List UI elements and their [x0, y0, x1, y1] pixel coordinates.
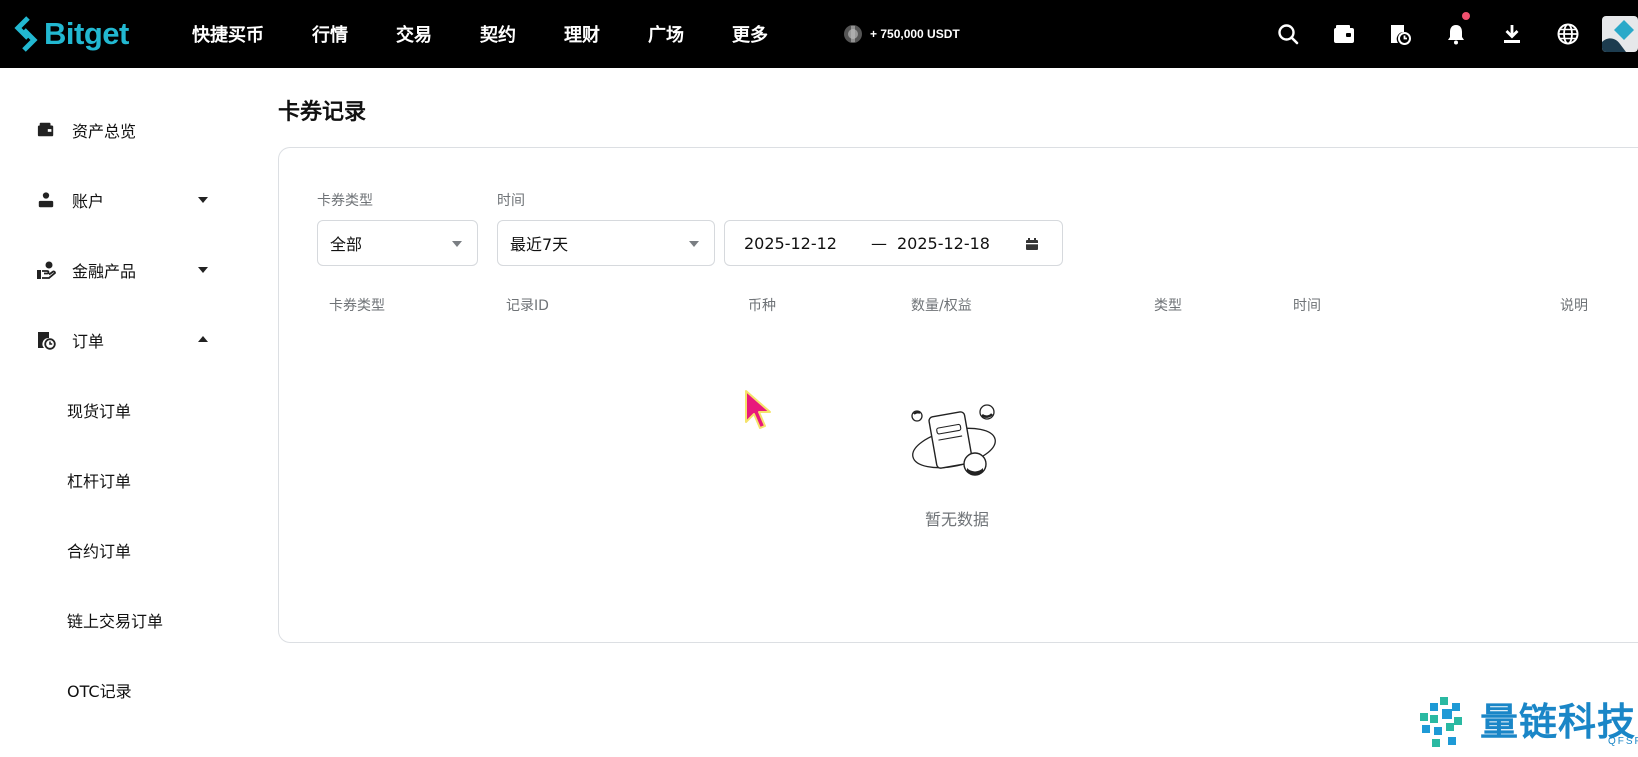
order-clock-icon: [36, 330, 56, 350]
coupon-type-value: 全部: [330, 235, 363, 254]
promo-text: + 750,000 USDT: [870, 27, 960, 41]
bitget-logo[interactable]: Bitget: [14, 16, 154, 52]
date-separator: —: [871, 234, 887, 253]
finance-icon: [36, 260, 56, 280]
bell-icon: [1448, 25, 1464, 45]
mouse-cursor-icon: [745, 390, 771, 429]
trophy-icon: [844, 25, 862, 43]
filter-time-label: 时间: [497, 193, 525, 209]
empty-state-text: 暂无数据: [925, 510, 990, 529]
notification-dot: [1462, 12, 1470, 20]
column-header-currency: 币种: [748, 298, 776, 314]
nav-square[interactable]: 广场: [648, 21, 684, 47]
column-header-amount: 数量/权益: [911, 298, 972, 314]
sidebar-subitem-otc-records[interactable]: OTC记录: [0, 655, 240, 725]
coupon-type-select[interactable]: 全部: [317, 220, 478, 266]
wallet-icon: [36, 120, 56, 140]
sidebar-item-label: 账户: [72, 192, 105, 211]
bitget-logo-icon: [14, 16, 38, 52]
date-start[interactable]: 2025-12-12: [744, 234, 837, 253]
avatar-icon: [1602, 20, 1634, 52]
nav-trade[interactable]: 交易: [396, 21, 432, 47]
promo-banner[interactable]: + 750,000 USDT: [842, 23, 960, 45]
nav-quick-buy[interactable]: 快捷买币: [192, 21, 264, 47]
records-card: 卡券类型 时间 全部 最近7天 2025-12-12 — 2025-12-18 …: [278, 147, 1638, 643]
nav-markets[interactable]: 行情: [312, 21, 348, 47]
chevron-down-icon: [198, 267, 208, 273]
sidebar-item-financial-products[interactable]: 金融产品: [0, 235, 240, 305]
date-range-picker[interactable]: 2025-12-12 — 2025-12-18: [724, 220, 1063, 266]
column-header-time: 时间: [1293, 298, 1321, 314]
sidebar-item-assets-overview[interactable]: 资产总览: [0, 95, 240, 165]
sidebar-item-label: 资产总览: [72, 122, 137, 141]
watermark-subtext: QFSP.NET: [1608, 736, 1638, 747]
filter-type-label: 卡券类型: [317, 193, 373, 209]
column-header-type: 类型: [1154, 298, 1182, 314]
sidebar-subitem-contract-orders[interactable]: 合约订单: [0, 515, 240, 585]
sidebar-subitem-onchain-orders[interactable]: 链上交易订单: [0, 585, 240, 655]
account-sidebar: 资产总览 账户 金融产品 订单 现货订单 杠杆订单 合约订单 链上交易订单 OT…: [0, 68, 240, 725]
calendar-icon[interactable]: [1025, 237, 1039, 251]
nav-more[interactable]: 更多: [732, 21, 768, 47]
search-icon: [1278, 24, 1299, 45]
language-button[interactable]: [1540, 0, 1596, 68]
nav-finance[interactable]: 理财: [564, 21, 600, 47]
download-button[interactable]: [1484, 0, 1540, 68]
watermark-logo-icon: [1420, 697, 1462, 747]
brand-name: Bitget: [44, 16, 129, 51]
page-title: 卡券记录: [278, 100, 367, 125]
chevron-down-icon: [689, 241, 699, 247]
sidebar-item-label: 金融产品: [72, 262, 137, 281]
globe-icon: [1557, 23, 1579, 45]
chevron-up-icon: [198, 336, 208, 342]
sidebar-subitem-margin-orders[interactable]: 杠杆订单: [0, 445, 240, 515]
user-icon: [36, 190, 56, 210]
chevron-down-icon: [452, 241, 462, 247]
column-header-record-id: 记录ID: [506, 298, 549, 314]
wallet-button[interactable]: [1316, 0, 1372, 68]
order-clock-icon: [1391, 25, 1411, 45]
top-navbar: Bitget 快捷买币 行情 交易 契约 理财 广场 更多 + 750,000 …: [0, 0, 1638, 68]
download-icon: [1504, 25, 1520, 43]
empty-state-illustration: [911, 404, 996, 476]
avatar[interactable]: [1602, 16, 1638, 52]
time-range-value: 最近7天: [510, 235, 569, 254]
chevron-down-icon: [198, 197, 208, 203]
date-end[interactable]: 2025-12-18: [897, 234, 990, 253]
top-icon-group: [1260, 0, 1638, 68]
column-header-coupon-type: 卡券类型: [329, 298, 385, 314]
sidebar-item-label: 订单: [72, 332, 105, 351]
watermark: 量链科技 QFSP.NET: [1418, 695, 1638, 749]
search-button[interactable]: [1260, 0, 1316, 68]
time-range-select[interactable]: 最近7天: [497, 220, 715, 266]
sidebar-item-orders[interactable]: 订单: [0, 305, 240, 375]
column-header-description: 说明: [1560, 298, 1588, 314]
sidebar-subitem-spot-orders[interactable]: 现货订单: [0, 375, 240, 445]
wallet-icon: [1334, 25, 1354, 43]
nav-contract[interactable]: 契约: [480, 21, 516, 47]
main-nav: 快捷买币 行情 交易 契约 理财 广场 更多: [192, 21, 816, 47]
notifications-button[interactable]: [1428, 0, 1484, 68]
orders-button[interactable]: [1372, 0, 1428, 68]
sidebar-item-account[interactable]: 账户: [0, 165, 240, 235]
